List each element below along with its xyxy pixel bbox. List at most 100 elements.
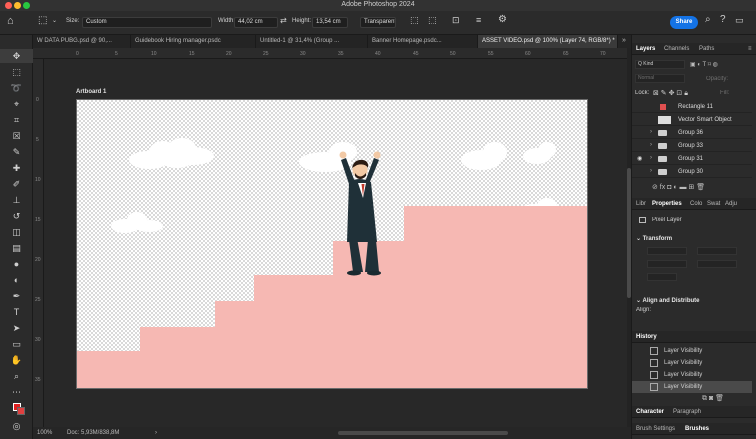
history-item-current[interactable]: Layer Visibility bbox=[632, 381, 752, 393]
expand-chevron-icon[interactable]: › bbox=[650, 168, 652, 174]
hand-tool-icon[interactable]: ✋ bbox=[0, 353, 33, 367]
add-artboard-icon[interactable]: ⊡ bbox=[452, 15, 460, 26]
tab-untitled-1[interactable]: Untitled-1 @ 31,4% (Group ... bbox=[256, 35, 368, 48]
blend-mode-select[interactable]: Normal bbox=[635, 74, 685, 83]
healing-brush-tool-icon[interactable]: ✚ bbox=[0, 161, 33, 175]
help-icon[interactable]: ? bbox=[720, 14, 726, 25]
layer-row-group-31[interactable]: ◉ › Group 31 bbox=[632, 153, 752, 165]
tab-paths[interactable]: Paths bbox=[699, 43, 714, 55]
tab-guidebook-hiring-manager[interactable]: Guidebook Hiring manager.psdc bbox=[131, 35, 256, 48]
transform-x-field[interactable] bbox=[697, 247, 737, 255]
tab-character[interactable]: Character bbox=[636, 406, 664, 418]
tab-channels[interactable]: Channels bbox=[664, 43, 689, 55]
gear-icon[interactable]: ⚙ bbox=[498, 14, 507, 25]
blur-tool-icon[interactable]: ● bbox=[0, 257, 33, 271]
history-actions-icons[interactable]: ⧉ ◙ 🗑︎ bbox=[702, 394, 752, 403]
more-tools-icon[interactable]: ⋯ bbox=[0, 385, 33, 399]
tool-preset-chevron-down-icon[interactable]: ⌄ bbox=[52, 17, 57, 24]
tab-paragraph[interactable]: Paragraph bbox=[673, 406, 701, 418]
align-icon[interactable]: ≡ bbox=[476, 15, 481, 25]
tab-layers[interactable]: Layers bbox=[636, 43, 655, 55]
home-icon[interactable]: ⌂ bbox=[7, 15, 14, 27]
tab-history[interactable]: History bbox=[636, 331, 657, 343]
layer-row-group-33[interactable]: › Group 33 bbox=[632, 140, 752, 152]
doc-size[interactable]: Doc: 5,93M/838,8M bbox=[67, 430, 119, 436]
history-item[interactable]: Layer Visibility bbox=[632, 345, 752, 357]
lasso-tool-icon[interactable]: ➰ bbox=[0, 81, 33, 95]
make-portrait-icon[interactable]: ⬚ bbox=[410, 15, 419, 26]
layer-row-group-30[interactable]: › Group 30 bbox=[632, 166, 752, 178]
share-button[interactable]: Share bbox=[670, 16, 698, 29]
frame-tool-icon[interactable]: ☒ bbox=[0, 129, 33, 143]
quick-mask-icon[interactable]: ◎ bbox=[0, 419, 33, 433]
tab-brush-settings[interactable]: Brush Settings bbox=[636, 423, 675, 435]
artboard[interactable] bbox=[76, 99, 588, 389]
crop-tool-icon[interactable]: ⌗ bbox=[0, 113, 33, 127]
clone-stamp-tool-icon[interactable]: ⊥ bbox=[0, 193, 33, 207]
history-brush-tool-icon[interactable]: ↺ bbox=[0, 209, 33, 223]
layer-row-rectangle-11[interactable]: Rectangle 11 bbox=[632, 101, 752, 113]
expand-chevron-icon[interactable]: › bbox=[650, 142, 652, 148]
rectangle-tool-icon[interactable]: ▭ bbox=[0, 337, 33, 351]
artboard-label[interactable]: Artboard 1 bbox=[76, 89, 106, 95]
make-landscape-icon[interactable]: ⬚ bbox=[428, 15, 437, 26]
type-tool-icon[interactable]: T bbox=[0, 305, 33, 319]
width-field[interactable]: 44,02 cm bbox=[234, 17, 278, 28]
tab-properties[interactable]: Properties bbox=[652, 198, 682, 210]
history-panel-header: History bbox=[632, 331, 756, 343]
tab-adjustments[interactable]: Adju bbox=[725, 198, 737, 210]
align-section-title[interactable]: ⌄ Align and Distribute bbox=[636, 297, 699, 304]
tab-brushes[interactable]: Brushes bbox=[685, 423, 709, 435]
history-item[interactable]: Layer Visibility bbox=[632, 369, 752, 381]
zoom-tool-icon[interactable]: ⌕ bbox=[0, 369, 33, 383]
canvas-horizontal-scrollbar[interactable] bbox=[338, 431, 508, 435]
more-tabs-icon[interactable]: » bbox=[622, 37, 626, 44]
status-chevron-right-icon[interactable]: › bbox=[155, 430, 157, 436]
lock-label: Lock: bbox=[635, 90, 650, 96]
height-field[interactable]: 13,54 cm bbox=[312, 17, 348, 28]
layer-row-group-36[interactable]: › Group 36 bbox=[632, 127, 752, 139]
transform-y-field[interactable] bbox=[697, 260, 737, 268]
transform-height-field[interactable] bbox=[647, 260, 687, 268]
transform-width-field[interactable] bbox=[647, 247, 687, 255]
panel-menu-icon[interactable]: ≡ bbox=[748, 43, 752, 55]
workspace-icon[interactable]: ▭ bbox=[735, 15, 744, 26]
history-item[interactable]: Layer Visibility bbox=[632, 357, 752, 369]
size-select[interactable]: Custom bbox=[82, 17, 212, 28]
tab-color[interactable]: Colo bbox=[690, 198, 702, 210]
transform-angle-field[interactable] bbox=[647, 273, 677, 281]
history-item-label: Layer Visibility bbox=[664, 360, 703, 366]
layer-row-vector-smart-object[interactable]: Vector Smart Object bbox=[632, 114, 752, 126]
search-icon[interactable]: ⌕ bbox=[705, 14, 711, 25]
move-tool-icon[interactable]: ✥ bbox=[0, 49, 33, 63]
background-select[interactable]: Transparent bbox=[360, 17, 396, 28]
marquee-tool-icon[interactable]: ⬚ bbox=[0, 65, 33, 79]
filter-icons[interactable]: ▣ ◐ T ⌑ ◍ bbox=[690, 61, 756, 68]
transform-section-title[interactable]: ⌄ Transform bbox=[636, 235, 672, 242]
zoom-level[interactable]: 100% bbox=[37, 430, 52, 436]
ruler-tick: 5 bbox=[115, 51, 118, 57]
layer-filter-kind[interactable]: Q Kind bbox=[635, 60, 685, 69]
pen-tool-icon[interactable]: ✒ bbox=[0, 289, 33, 303]
layer-actions-icons[interactable]: ⊘ fx ◘ ◐ ▬ ⊞ 🗑︎ bbox=[652, 183, 752, 191]
tab-banner-homepage[interactable]: Banner Homepage.psdc... bbox=[368, 35, 478, 48]
lock-icons[interactable]: ⊠ ✎ ✥ ⊡ 🔒︎ bbox=[653, 89, 713, 98]
expand-chevron-icon[interactable]: › bbox=[650, 155, 652, 161]
artboard-tool-icon[interactable]: ⬚ bbox=[38, 15, 47, 26]
visibility-eye-icon[interactable]: ◉ bbox=[637, 155, 642, 162]
tab-swatches[interactable]: Swat bbox=[707, 198, 720, 210]
expand-chevron-icon[interactable]: › bbox=[650, 129, 652, 135]
object-select-tool-icon[interactable]: ⌖ bbox=[0, 97, 33, 111]
tab-asset-video[interactable]: ASSET VIDEO.psd @ 100% (Layer 74, RGB/8*… bbox=[478, 35, 618, 48]
tab-libraries[interactable]: Libr bbox=[636, 198, 646, 210]
brush-tool-icon[interactable]: ✐ bbox=[0, 177, 33, 191]
tab-w-data-pubg[interactable]: W DATA PUBG.psd @ 90,... bbox=[33, 35, 131, 48]
path-selection-tool-icon[interactable]: ➤ bbox=[0, 321, 33, 335]
background-color-swatch[interactable] bbox=[17, 407, 25, 415]
eraser-tool-icon[interactable]: ◫ bbox=[0, 225, 33, 239]
gradient-tool-icon[interactable]: ▤ bbox=[0, 241, 33, 255]
align-title-text: Align and Distribute bbox=[642, 298, 700, 304]
dodge-tool-icon[interactable]: ◐ bbox=[0, 273, 33, 287]
swap-icon[interactable]: ⇄ bbox=[280, 16, 287, 25]
eyedropper-tool-icon[interactable]: ✎ bbox=[0, 145, 33, 159]
